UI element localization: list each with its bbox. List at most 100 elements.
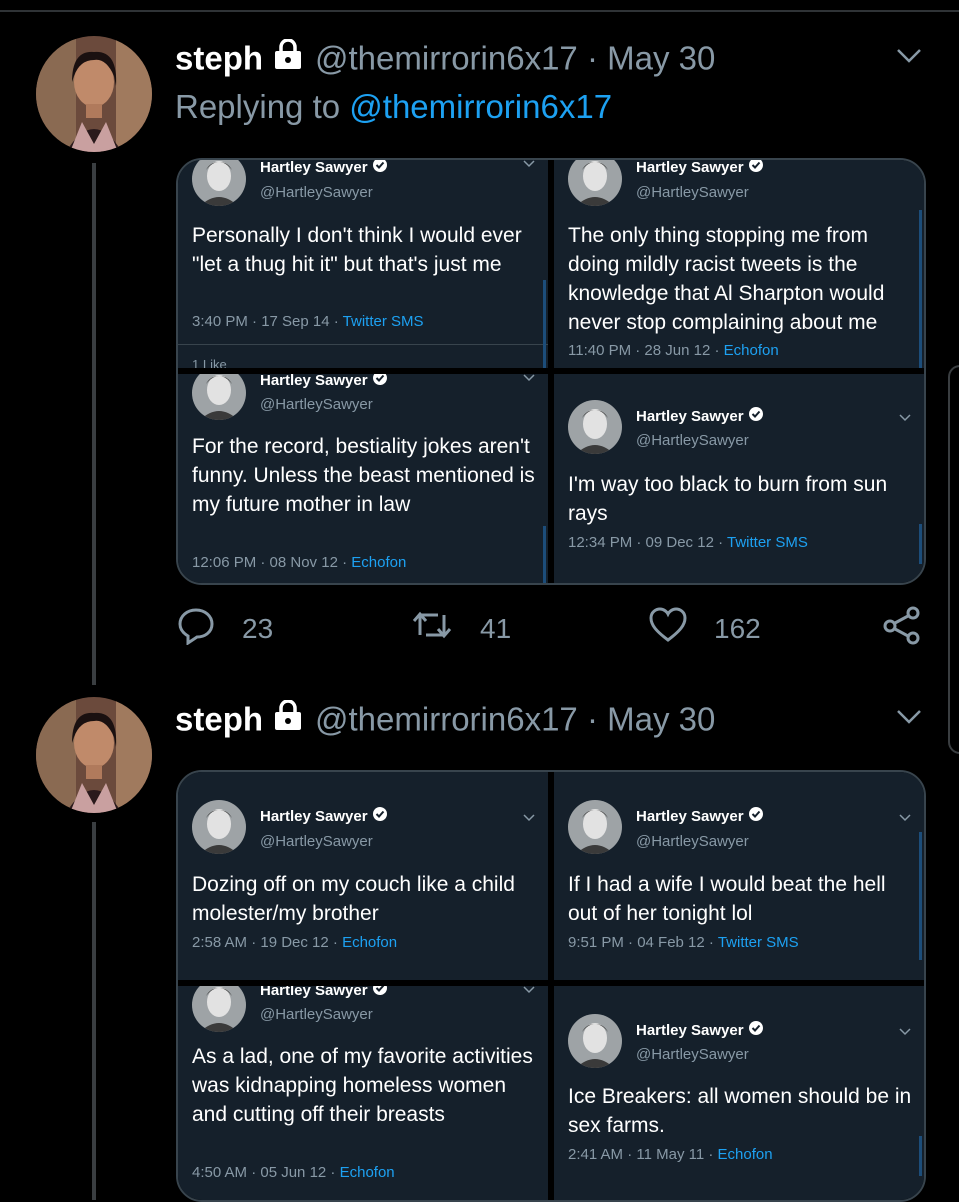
embedded-name: Hartley Sawyer	[260, 986, 387, 999]
embedded-meta: 9:51 PM · 04 Feb 12 · Twitter SMS	[568, 934, 799, 951]
tweet-actions: 23 41 162	[176, 605, 936, 653]
embedded-avatar	[192, 374, 246, 420]
thread-line	[92, 163, 96, 685]
embedded-meta: 2:58 AM · 19 Dec 12 · Echofon	[192, 934, 398, 951]
embedded-name: Hartley Sawyer	[636, 406, 763, 425]
embedded-handle: @HartleySawyer	[260, 1006, 373, 1023]
author-name[interactable]: steph	[175, 701, 263, 738]
embedded-avatar	[568, 1014, 622, 1068]
chevron-down-icon[interactable]	[895, 707, 923, 732]
tweet-date[interactable]: May 30	[607, 701, 715, 738]
media-grid[interactable]: Hartley Sawyer @HartleySawyer Personally…	[176, 158, 926, 585]
embedded-avatar	[192, 986, 246, 1032]
embedded-tweet-screenshot[interactable]: Hartley Sawyer @HartleySawyer Personally…	[178, 160, 548, 368]
embedded-handle: @HartleySawyer	[260, 184, 373, 201]
retweet-count: 41	[480, 612, 512, 644]
like-button[interactable]: 162	[648, 605, 761, 652]
embedded-name: Hartley Sawyer	[636, 1020, 763, 1039]
tweet-date[interactable]: May 30	[607, 40, 715, 77]
embedded-meta: 12:06 PM · 08 Nov 12 · Echofon	[192, 554, 407, 571]
embedded-handle: @HartleySawyer	[260, 396, 373, 413]
embedded-meta: 2:41 AM · 11 May 11 · Echofon	[568, 1146, 773, 1163]
share-icon	[882, 605, 948, 652]
embedded-handle: @HartleySawyer	[636, 432, 749, 449]
embedded-tweet-text: If I had a wife I would beat the hell ou…	[568, 873, 886, 925]
replying-to: Replying to @themirrorin6x17	[175, 88, 612, 126]
author-handle[interactable]: @themirrorin6x17	[315, 40, 578, 77]
verified-badge-icon	[748, 160, 763, 176]
embedded-tweet-text: Dozing off on my couch like a child mole…	[192, 873, 515, 925]
embedded-name: Hartley Sawyer	[260, 806, 387, 825]
scroll-indicator	[543, 526, 546, 583]
embedded-meta: 4:50 AM · 05 Jun 12 · Echofon	[192, 1164, 395, 1181]
embedded-tweet-text: As a lad, one of my favorite activities …	[192, 1045, 533, 1126]
embedded-tweet-screenshot[interactable]: Hartley Sawyer @HartleySawyer As a lad, …	[178, 986, 548, 1200]
embedded-avatar	[192, 160, 246, 206]
verified-badge-icon	[372, 806, 387, 825]
embedded-tweet-screenshot[interactable]: Hartley Sawyer @HartleySawyer Ice Breake…	[554, 986, 924, 1200]
embedded-meta: 3:40 PM · 17 Sep 14 · Twitter SMS	[192, 313, 424, 330]
verified-badge-icon	[748, 806, 763, 825]
tweet-header: steph @themirrorin6x17 · May 30	[175, 699, 715, 745]
author-handle[interactable]: @themirrorin6x17	[315, 701, 578, 738]
embedded-avatar	[568, 800, 622, 854]
avatar[interactable]	[36, 697, 152, 813]
embedded-handle: @HartleySawyer	[636, 184, 749, 201]
lock-icon	[273, 38, 303, 78]
chevron-down-icon	[522, 810, 536, 828]
embedded-tweet-screenshot[interactable]: Hartley Sawyer @HartleySawyer For the re…	[178, 374, 548, 583]
separator: ·	[586, 700, 598, 738]
share-button[interactable]	[882, 605, 948, 652]
replying-mention-link[interactable]: @themirrorin6x17	[349, 88, 612, 125]
embedded-name: Hartley Sawyer	[636, 160, 763, 176]
chevron-down-icon	[522, 374, 536, 388]
tweet-header: steph @themirrorin6x17 · May 30	[175, 38, 715, 84]
embedded-name: Hartley Sawyer	[260, 160, 387, 176]
embedded-handle: @HartleySawyer	[260, 833, 373, 850]
heart-icon	[648, 605, 714, 652]
reply-icon	[176, 605, 242, 652]
chevron-down-icon	[898, 1024, 912, 1042]
embedded-avatar	[568, 400, 622, 454]
reply-count: 23	[242, 612, 274, 644]
embedded-meta: 11:40 PM · 28 Jun 12 · Echofon	[568, 342, 779, 359]
embedded-tweet-text: The only thing stopping me from doing mi…	[568, 224, 885, 334]
scrollbar[interactable]	[948, 365, 959, 754]
embedded-avatar	[568, 160, 622, 206]
embedded-handle: @HartleySawyer	[636, 833, 749, 850]
chevron-down-icon[interactable]	[895, 46, 923, 71]
verified-badge-icon	[372, 374, 387, 389]
embedded-name: Hartley Sawyer	[260, 374, 387, 389]
top-divider	[0, 10, 959, 12]
embedded-tweet-text: I'm way too black to burn from sun rays	[568, 473, 888, 525]
retweet-button[interactable]: 41	[410, 605, 511, 652]
embedded-name: Hartley Sawyer	[636, 806, 763, 825]
scroll-indicator	[919, 1136, 922, 1176]
divider	[178, 344, 548, 345]
chevron-down-icon	[898, 810, 912, 828]
author-name[interactable]: steph	[175, 40, 263, 77]
verified-badge-icon	[748, 1020, 763, 1039]
embedded-tweet-screenshot[interactable]: Hartley Sawyer @HartleySawyer If I had a…	[554, 772, 924, 980]
scroll-indicator	[919, 832, 922, 960]
embedded-tweet-screenshot[interactable]: Hartley Sawyer @HartleySawyer I'm way to…	[554, 374, 924, 583]
retweet-icon	[410, 605, 480, 652]
embedded-handle: @HartleySawyer	[636, 1046, 749, 1063]
scroll-indicator	[919, 210, 922, 368]
lock-icon	[273, 699, 303, 739]
chevron-down-icon	[522, 160, 536, 174]
replying-label: Replying to	[175, 88, 341, 125]
chevron-down-icon	[898, 410, 912, 428]
embedded-meta: 12:34 PM · 09 Dec 12 · Twitter SMS	[568, 534, 808, 551]
media-grid[interactable]: Hartley Sawyer @HartleySawyer Dozing off…	[176, 770, 926, 1202]
chevron-down-icon	[522, 986, 536, 1000]
embedded-avatar	[192, 800, 246, 854]
avatar[interactable]	[36, 36, 152, 152]
separator: ·	[586, 39, 598, 77]
embedded-tweet-text: Personally I don't think I would ever "l…	[192, 224, 522, 276]
verified-badge-icon	[748, 406, 763, 425]
embedded-tweet-text: Ice Breakers: all women should be in sex…	[568, 1085, 912, 1137]
embedded-tweet-screenshot[interactable]: Hartley Sawyer @HartleySawyer Dozing off…	[178, 772, 548, 980]
embedded-tweet-screenshot[interactable]: Hartley Sawyer @HartleySawyer The only t…	[554, 160, 924, 368]
reply-button[interactable]: 23	[176, 605, 273, 652]
